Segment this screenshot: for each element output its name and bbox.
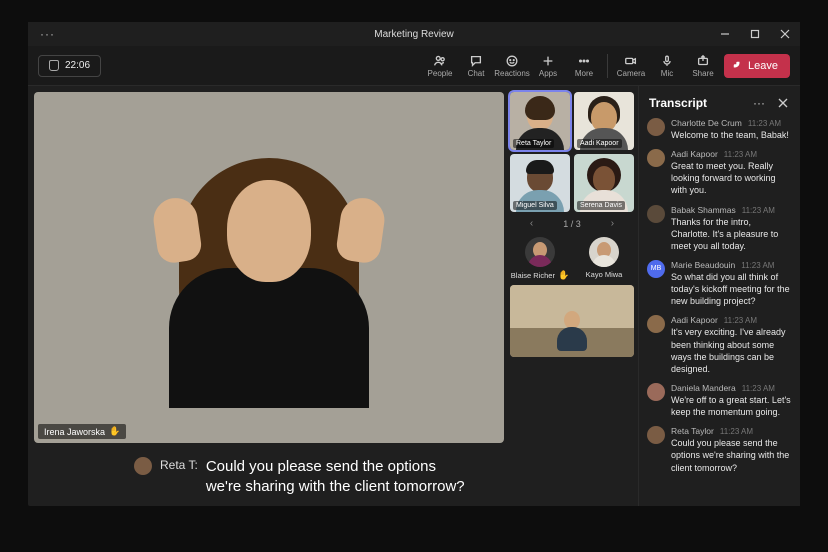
main-video[interactable]: Irena Jaworska ✋	[34, 92, 504, 443]
camera-button[interactable]: Camera	[614, 54, 648, 78]
smile-icon	[505, 54, 519, 68]
pager-next-button[interactable]: ›	[611, 218, 614, 229]
caption-text: Could you please send the options we're …	[206, 457, 474, 496]
transcript-avatar	[647, 426, 665, 444]
meeting-timer[interactable]: 22:06	[38, 55, 101, 77]
transcript-text: We're off to a great start. Let's keep t…	[671, 394, 792, 418]
transcript-panel: Transcript ··· Charlotte De Crum 11:23 AM…	[638, 86, 800, 506]
transcript-author: Marie Beaudouin	[671, 260, 735, 270]
transcript-time: 11:23 AM	[742, 206, 775, 215]
transcript-avatar: MB	[647, 260, 665, 278]
transcript-avatar	[647, 315, 665, 333]
transcript-text: Great to meet you. Really looking forwar…	[671, 160, 792, 196]
phone-down-icon	[730, 57, 747, 74]
gallery-tile[interactable]: Reta Taylor	[510, 92, 570, 150]
more-button[interactable]: More	[567, 54, 601, 78]
transcript-time: 11:23 AM	[748, 119, 781, 128]
leave-button[interactable]: Leave	[724, 54, 790, 78]
transcript-text: Could you please send the options we're …	[671, 437, 792, 473]
transcript-entry: Charlotte De Crum 11:23 AMWelcome to the …	[647, 118, 792, 141]
app-menu-button[interactable]: ···	[28, 27, 55, 41]
transcript-entry: MB Marie Beaudouin 11:23 AMSo what did you…	[647, 260, 792, 307]
maximize-button[interactable]	[740, 22, 770, 46]
people-button[interactable]: People	[423, 54, 457, 78]
participant-gallery: Reta Taylor Aadi Kapoor Miguel Silva	[510, 86, 638, 506]
transcript-close-button[interactable]	[774, 94, 792, 112]
transcript-entry: Aadi Kapoor 11:23 AMIt's very exciting. I…	[647, 315, 792, 375]
transcript-text: So what did you all think of today's kic…	[671, 271, 792, 307]
plus-icon	[541, 54, 555, 68]
people-icon	[433, 54, 447, 68]
transcript-time: 11:23 AM	[724, 150, 757, 159]
share-icon	[696, 54, 710, 68]
chat-icon	[469, 54, 483, 68]
transcript-text: It's very exciting. I've already been th…	[671, 326, 792, 375]
apps-button[interactable]: Apps	[531, 54, 565, 78]
gallery-tile[interactable]: Aadi Kapoor	[574, 92, 634, 150]
shield-icon	[49, 60, 59, 71]
minimize-button[interactable]	[710, 22, 740, 46]
close-button[interactable]	[770, 22, 800, 46]
share-button[interactable]: Share	[686, 54, 720, 78]
pager-prev-button[interactable]: ‹	[530, 218, 533, 229]
camera-icon	[624, 54, 638, 68]
main-speaker-name-tag: Irena Jaworska ✋	[38, 424, 126, 439]
transcript-entry: Aadi Kapoor 11:23 AMGreat to meet you. Re…	[647, 149, 792, 196]
transcript-time: 11:23 AM	[724, 316, 757, 325]
timer-text: 22:06	[65, 60, 90, 71]
transcript-title: Transcript	[649, 96, 744, 110]
meeting-toolbar: 22:06 People Chat Reactions Apps More	[28, 46, 800, 86]
transcript-author: Aadi Kapoor	[671, 315, 718, 325]
transcript-author: Daniela Mandera	[671, 383, 736, 393]
main-speaker-figure	[139, 128, 399, 408]
toolbar-divider	[607, 54, 608, 78]
gallery-tile[interactable]: Miguel Silva	[510, 154, 570, 212]
pager-label: 1 / 3	[563, 219, 581, 229]
caption-speaker-name: Reta T:	[160, 457, 198, 472]
transcript-time: 11:23 AM	[720, 427, 753, 436]
mic-button[interactable]: Mic	[650, 54, 684, 78]
raised-hand-icon: ✋	[558, 270, 569, 281]
transcript-author: Reta Taylor	[671, 426, 714, 436]
transcript-list[interactable]: Charlotte De Crum11:23 AMWelcome to the …	[639, 118, 800, 506]
avatar-cell[interactable]: Kayo Miwa	[574, 237, 634, 281]
main-stage: Irena Jaworska ✋ Reta T: Could you pleas…	[28, 86, 510, 506]
mic-icon	[660, 54, 674, 68]
transcript-text: Thanks for the intro, Charlotte. It's a …	[671, 216, 792, 252]
chat-button[interactable]: Chat	[459, 54, 493, 78]
raised-hand-icon: ✋	[109, 426, 120, 437]
transcript-time: 11:23 AM	[742, 384, 775, 393]
transcript-avatar	[647, 205, 665, 223]
gallery-pager: ‹ 1 / 3 ›	[510, 216, 634, 233]
reactions-button[interactable]: Reactions	[495, 54, 529, 78]
title-bar: ··· Marketing Review	[28, 22, 800, 46]
transcript-time: 11:23 AM	[741, 261, 774, 270]
transcript-more-button[interactable]: ···	[750, 94, 768, 112]
transcript-text: Welcome to the team, Babak!	[671, 129, 792, 141]
transcript-author: Babak Shammas	[671, 205, 736, 215]
app-window: ··· Marketing Review 22:06 People Chat	[28, 22, 800, 506]
live-caption: Reta T: Could you please send the option…	[34, 443, 504, 506]
ellipsis-icon	[577, 54, 591, 68]
transcript-author: Charlotte De Crum	[671, 118, 742, 128]
transcript-author: Aadi Kapoor	[671, 149, 718, 159]
transcript-entry: Daniela Mandera 11:23 AMWe're off to a gr…	[647, 383, 792, 418]
avatar-cell[interactable]: Blaise Richer✋	[510, 237, 570, 281]
room-overflow-tile[interactable]	[510, 285, 634, 357]
transcript-entry: Babak Shammas 11:23 AMThanks for the intr…	[647, 205, 792, 252]
gallery-tile[interactable]: Serena Davis	[574, 154, 634, 212]
transcript-avatar	[647, 149, 665, 167]
window-title: Marketing Review	[374, 29, 453, 40]
caption-avatar	[134, 457, 152, 475]
transcript-entry: Reta Taylor 11:23 AMCould you please send…	[647, 426, 792, 473]
transcript-avatar	[647, 118, 665, 136]
transcript-avatar	[647, 383, 665, 401]
